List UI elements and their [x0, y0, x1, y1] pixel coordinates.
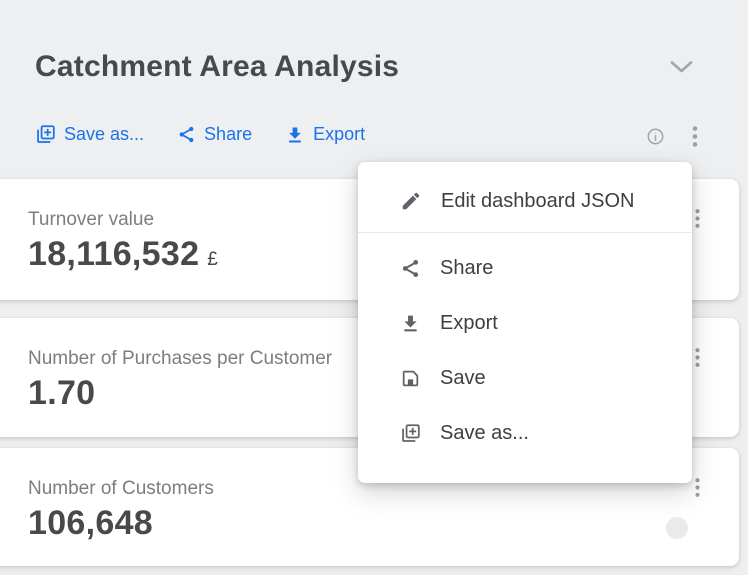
- menu-item-save[interactable]: Save: [358, 351, 692, 406]
- card-kebab-icon[interactable]: [692, 348, 703, 367]
- page-title: Catchment Area Analysis: [35, 50, 399, 84]
- toolbar: Save as... Share Export: [35, 124, 365, 145]
- menu-item-label: Save as...: [440, 422, 529, 445]
- share-icon: [400, 258, 421, 279]
- share-label: Share: [204, 124, 252, 145]
- share-button[interactable]: Share: [177, 124, 252, 145]
- menu-item-label: Export: [440, 312, 498, 335]
- edit-icon: [400, 190, 422, 212]
- metric-unit: £: [207, 249, 218, 271]
- menu-item-label: Edit dashboard JSON: [441, 190, 634, 213]
- export-icon: [400, 313, 421, 334]
- menu-item-export[interactable]: Export: [358, 296, 692, 351]
- menu-divider: [358, 232, 692, 233]
- menu-item-label: Share: [440, 257, 493, 280]
- metric-value: 18,116,532: [28, 234, 199, 274]
- menu-item-edit-dashboard-json[interactable]: Edit dashboard JSON: [358, 170, 692, 232]
- context-menu: Edit dashboard JSON Share Export: [358, 162, 692, 483]
- metric-value: 1.70: [28, 373, 95, 413]
- save-as-icon: [35, 124, 56, 145]
- save-as-button[interactable]: Save as...: [35, 124, 144, 145]
- share-icon: [177, 125, 196, 144]
- export-icon: [285, 125, 305, 145]
- dashboard: Catchment Area Analysis Save as... Sha: [0, 0, 748, 575]
- export-button[interactable]: Export: [285, 124, 365, 145]
- export-label: Export: [313, 124, 365, 145]
- card-kebab-icon[interactable]: [692, 209, 703, 228]
- kebab-menu-icon[interactable]: [689, 126, 701, 147]
- info-icon[interactable]: [646, 127, 665, 146]
- card-kebab-icon[interactable]: [692, 478, 703, 497]
- save-icon: [400, 368, 421, 389]
- menu-item-label: Save: [440, 367, 486, 390]
- menu-item-save-as[interactable]: Save as...: [358, 406, 692, 461]
- metric-value: 106,648: [28, 503, 153, 543]
- chevron-down-icon[interactable]: [669, 60, 694, 79]
- save-as-icon: [400, 423, 421, 444]
- menu-item-share[interactable]: Share: [358, 241, 692, 296]
- save-as-label: Save as...: [64, 124, 144, 145]
- card-corner-circle: [666, 517, 688, 539]
